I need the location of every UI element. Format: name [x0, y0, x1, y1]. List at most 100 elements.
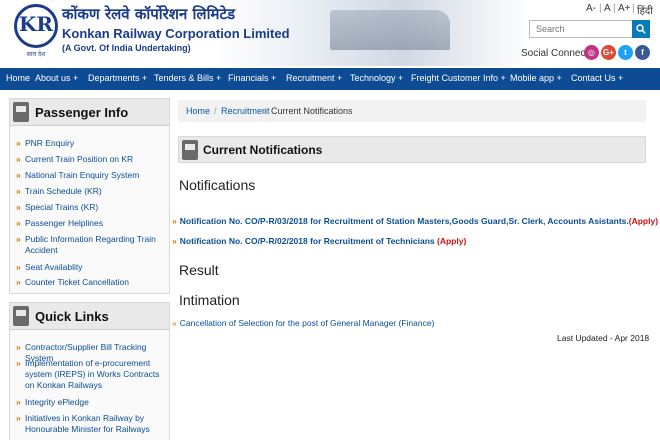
bullet-icon: » — [16, 202, 21, 212]
train-icon — [13, 306, 29, 326]
apply-link[interactable]: (Apply) — [437, 236, 466, 246]
logo-letter: KR — [18, 12, 53, 36]
org-name-english: Konkan Railway Corporation Limited — [62, 26, 290, 41]
bullet-icon: » — [16, 413, 21, 423]
bullet-icon: » — [16, 218, 21, 228]
nav-mobile-app[interactable]: Mobile app + — [510, 73, 562, 83]
sidebar-item-national-train-enquiry[interactable]: » National Train Enquiry System — [16, 170, 166, 181]
bullet-icon: » — [16, 234, 21, 244]
bullet-icon: » — [172, 236, 177, 246]
logo-subtext: सारा देश — [26, 52, 46, 58]
sidebar-item-label: Seat Availablity — [25, 262, 83, 272]
notification-link[interactable]: Notification No. CO/P-R/02/2018 for Recr… — [180, 236, 435, 246]
bullet-icon: » — [16, 154, 21, 164]
sidebar-item-label: Counter Ticket Cancellation — [25, 277, 129, 287]
nav-technology[interactable]: Technology + — [350, 73, 403, 83]
search-input[interactable] — [529, 20, 632, 38]
nav-recruitment[interactable]: Recruitment + — [286, 73, 342, 83]
nav-departments[interactable]: Departments + — [88, 73, 147, 83]
quick-link-ireps[interactable]: » Implementation of e-procurement system … — [16, 358, 166, 391]
twitter-icon[interactable]: t — [618, 45, 633, 60]
bullet-icon: » — [172, 216, 177, 226]
sidebar-item-label: Special Trains (KR) — [25, 202, 99, 212]
google-plus-icon[interactable]: G+ — [601, 45, 616, 60]
font-normal-button[interactable]: A — [604, 3, 611, 14]
quick-links-title: Quick Links — [35, 309, 109, 324]
bullet-icon: » — [16, 262, 21, 272]
sidebar-item-special-trains[interactable]: » Special Trains (KR) — [16, 202, 166, 213]
sidebar-item-label: PNR Enquiry — [25, 138, 75, 148]
search-icon — [636, 24, 646, 34]
notification-link[interactable]: Notification No. CO/P-R/03/2018 for Recr… — [180, 216, 629, 226]
font-decrease-button[interactable]: A- — [586, 3, 596, 14]
train-icon — [13, 102, 29, 122]
notification-item[interactable]: » Notification No. CO/P-R/03/2018 for Rec… — [172, 216, 658, 226]
sidebar-item-public-info-accident[interactable]: » Public Information Regarding Train Acci… — [16, 234, 166, 256]
quick-link-minister-initiatives[interactable]: » Initiatives in Konkan Railway by Honour… — [16, 413, 166, 435]
breadcrumb-recruitment[interactable]: Recruitment — [221, 106, 270, 116]
sidebar-item-current-train-position[interactable]: » Current Train Position on KR — [16, 154, 166, 165]
facebook-icon[interactable]: f — [635, 45, 650, 60]
font-increase-button[interactable]: A+ — [618, 3, 631, 14]
bullet-icon: » — [16, 186, 21, 196]
sidebar-item-label: Current Train Position on KR — [25, 154, 134, 164]
sidebar-item-seat-availability[interactable]: » Seat Availablity — [16, 262, 166, 273]
sidebar-item-counter-ticket-cancellation[interactable]: » Counter Ticket Cancellation — [16, 277, 166, 288]
bullet-icon: » — [16, 170, 21, 180]
result-heading: Result — [179, 262, 219, 278]
passenger-info-title: Passenger Info — [35, 105, 129, 120]
hindi-language-link[interactable]: हिंदी — [637, 3, 653, 17]
bullet-icon: » — [16, 397, 21, 407]
quick-link-label: Initiatives in Konkan Railway by Honoura… — [25, 413, 150, 434]
intimation-item[interactable]: » Cancellation of Selection for the post … — [172, 318, 434, 328]
intimation-link[interactable]: Cancellation of Selection for the post o… — [180, 318, 435, 328]
sidebar-item-label: Train Schedule (KR) — [25, 186, 102, 196]
bullet-icon: » — [16, 342, 21, 352]
nav-tenders-bills[interactable]: Tenders & Bills + — [154, 73, 221, 83]
bullet-icon: » — [16, 358, 21, 368]
train-icon — [182, 140, 198, 160]
quick-link-label: Integrity ePledge — [25, 397, 89, 407]
nav-freight-customer-info[interactable]: Freight Customer Info + — [411, 73, 506, 83]
sidebar-item-passenger-helplines[interactable]: » Passenger Helplines — [16, 218, 166, 229]
social-connect-label: Social Connect : — [521, 48, 594, 59]
passenger-info-panel: Passenger Info » PNR Enquiry » Current Tra… — [9, 98, 170, 294]
sidebar-item-label: Public Information Regarding Train Accid… — [25, 234, 156, 255]
main-navigation: Home About us + Departments + Tenders & … — [0, 68, 660, 90]
notification-item[interactable]: » Notification No. CO/P-R/02/2018 for Rec… — [172, 236, 466, 246]
page-title: Current Notifications — [203, 143, 323, 157]
bullet-icon: » — [16, 277, 21, 287]
train-image — [330, 10, 450, 50]
bullet-icon: » — [16, 138, 21, 148]
quick-link-integrity-epledge[interactable]: » Integrity ePledge — [16, 397, 166, 408]
breadcrumb-home[interactable]: Home — [186, 106, 210, 116]
notifications-heading: Notifications — [179, 177, 256, 193]
font-sep: | — [613, 3, 616, 14]
org-tagline: (A Govt. Of India Undertaking) — [62, 43, 191, 53]
breadcrumb-separator: / — [214, 106, 217, 116]
site-header: KR सारा देश कोंकण रेलवे कॉर्पोरेशन लिमिट… — [0, 0, 660, 66]
sidebar-item-label: Passenger Helplines — [25, 218, 103, 228]
last-updated: Last Updated - Apr 2018 — [557, 333, 650, 343]
nav-contact-us[interactable]: Contact Us + — [571, 73, 623, 83]
sidebar-item-pnr-enquiry[interactable]: » PNR Enquiry — [16, 138, 166, 149]
font-sep: | — [632, 3, 635, 14]
passenger-info-header: Passenger Info — [10, 99, 169, 126]
nav-about-us[interactable]: About us + — [35, 73, 78, 83]
nav-financials[interactable]: Financials + — [228, 73, 276, 83]
search-button[interactable] — [632, 20, 650, 38]
quick-link-label: Implementation of e-procurement system (… — [25, 358, 160, 390]
org-name-hindi: कोंकण रेलवे कॉर्पोरेशन लिमिटेड — [62, 5, 236, 23]
quick-links-panel: Quick Links » Contractor/Supplier Bill Tr… — [9, 302, 170, 440]
sidebar-item-train-schedule[interactable]: » Train Schedule (KR) — [16, 186, 166, 197]
content-header: Current Notifications — [178, 136, 646, 163]
font-sep: | — [599, 3, 602, 14]
apply-link[interactable]: (Apply) — [629, 216, 658, 226]
sidebar-item-label: National Train Enquiry System — [25, 170, 140, 180]
quick-links-header: Quick Links — [10, 303, 169, 330]
krcl-logo[interactable]: KR सारा देश — [14, 4, 58, 58]
breadcrumb: Home / Recruitment / Current Notificatio… — [178, 100, 646, 122]
breadcrumb-separator: / — [264, 106, 267, 116]
instagram-icon[interactable]: ◎ — [584, 45, 599, 60]
nav-home[interactable]: Home — [6, 73, 30, 83]
